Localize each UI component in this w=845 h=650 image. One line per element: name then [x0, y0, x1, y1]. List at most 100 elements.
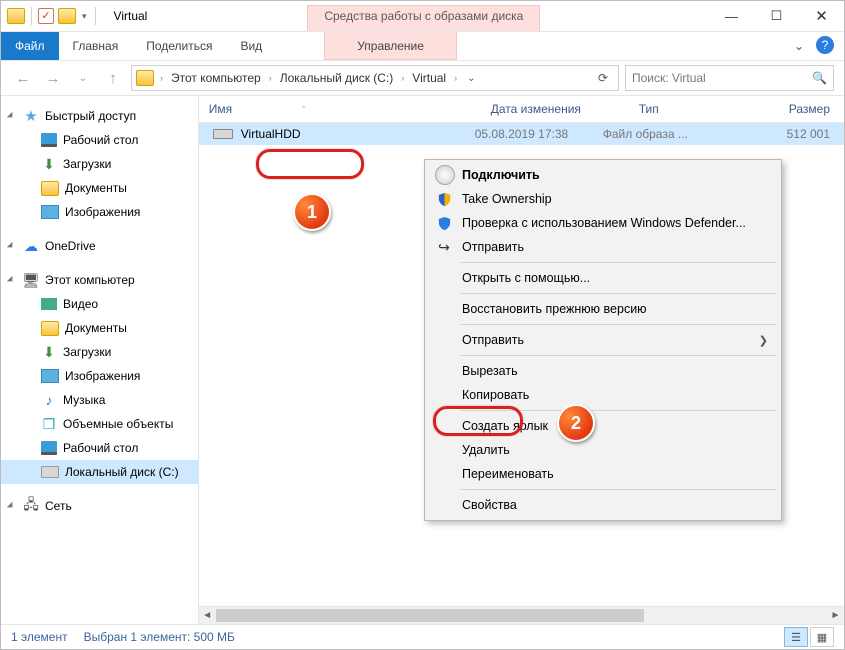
defender-icon	[435, 214, 453, 232]
menu-defender-scan[interactable]: Проверка с использованием Windows Defend…	[428, 211, 778, 235]
breadcrumb-sep-icon[interactable]: ›	[267, 73, 274, 83]
tree-downloads-pc[interactable]: ⬇Загрузки	[1, 340, 198, 364]
tree-this-pc[interactable]: 🖥Этот компьютер	[1, 268, 198, 292]
breadcrumb-sep-icon[interactable]: ›	[399, 73, 406, 83]
menu-mount[interactable]: Подключить	[428, 163, 778, 187]
address-bar[interactable]: › Этот компьютер › Локальный диск (C:) ›…	[131, 65, 619, 91]
tree-downloads[interactable]: ⬇Загрузки	[1, 152, 198, 176]
menu-create-shortcut[interactable]: Создать ярлык	[428, 414, 778, 438]
file-name-cell: VirtualHDD	[199, 127, 475, 141]
tab-share[interactable]: Поделиться	[132, 32, 226, 60]
annotation-badge-2: 2	[557, 404, 595, 442]
folder-icon	[7, 8, 25, 24]
tree-3d-objects[interactable]: ❒Объемные объекты	[1, 412, 198, 436]
tab-manage[interactable]: Управление	[324, 32, 457, 60]
scroll-track[interactable]	[216, 607, 827, 624]
tree-quick-access[interactable]: ★Быстрый доступ	[1, 104, 198, 128]
share-icon: ↪	[435, 238, 453, 256]
disk-image-icon	[213, 129, 233, 139]
video-icon	[41, 298, 57, 310]
col-name[interactable]: Имяˆ	[199, 102, 481, 116]
quick-access-toolbar: ✓ ▾	[1, 1, 104, 31]
col-date[interactable]: Дата изменения	[481, 102, 629, 116]
icons-view-button[interactable]: ▦	[810, 627, 834, 647]
menu-separator	[460, 489, 776, 490]
annotation-badge-1: 1	[293, 193, 331, 231]
help-icon[interactable]: ?	[816, 36, 834, 54]
tree-music[interactable]: ♪Музыка	[1, 388, 198, 412]
address-dropdown-icon[interactable]: ⌄	[461, 73, 481, 84]
minimize-button[interactable]: —	[709, 1, 754, 31]
search-input[interactable]: Поиск: Virtual 🔍	[625, 65, 834, 91]
download-icon: ⬇	[41, 156, 57, 172]
tree-desktop-pc[interactable]: Рабочий стол	[1, 436, 198, 460]
scroll-left-icon[interactable]: ◄	[199, 610, 216, 621]
search-icon[interactable]: 🔍	[812, 71, 827, 85]
tree-documents[interactable]: Документы	[1, 176, 198, 200]
tab-view[interactable]: Вид	[226, 32, 276, 60]
tree-local-disk-c[interactable]: Локальный диск (C:)	[1, 460, 198, 484]
pc-icon: 🖥	[23, 272, 39, 288]
scroll-thumb[interactable]	[216, 609, 644, 622]
folder-icon[interactable]	[58, 8, 76, 24]
music-icon: ♪	[41, 392, 57, 408]
tab-home[interactable]: Главная	[59, 32, 133, 60]
menu-properties[interactable]: Свойства	[428, 493, 778, 517]
menu-open-with[interactable]: Открыть с помощью...	[428, 266, 778, 290]
menu-send-to[interactable]: Отправить❯	[428, 328, 778, 352]
desktop-icon	[41, 133, 57, 147]
menu-copy[interactable]: Копировать	[428, 383, 778, 407]
menu-delete[interactable]: Удалить	[428, 438, 778, 462]
col-type[interactable]: Тип	[629, 102, 779, 116]
tree-documents-pc[interactable]: Документы	[1, 316, 198, 340]
qat-dropdown-icon[interactable]: ▾	[80, 11, 89, 22]
col-size[interactable]: Размер	[779, 102, 844, 116]
ribbon-expand-icon[interactable]: ⌄	[786, 32, 812, 60]
refresh-icon[interactable]: ⟳	[592, 71, 614, 85]
close-button[interactable]: ✕	[799, 1, 844, 31]
breadcrumb-sep-icon[interactable]: ›	[452, 73, 459, 83]
menu-restore-version[interactable]: Восстановить прежнюю версию	[428, 297, 778, 321]
tree-desktop[interactable]: Рабочий стол	[1, 128, 198, 152]
documents-icon	[41, 181, 59, 196]
menu-cut[interactable]: Вырезать	[428, 359, 778, 383]
pictures-icon	[41, 369, 59, 383]
menu-rename[interactable]: Переименовать	[428, 462, 778, 486]
status-bar: 1 элемент Выбран 1 элемент: 500 МБ ☰ ▦	[1, 624, 844, 649]
nav-forward-button[interactable]: →	[41, 66, 65, 90]
nav-up-button[interactable]: ↑	[101, 66, 125, 90]
shield-icon	[435, 190, 453, 208]
tree-network[interactable]: 🖧Сеть	[1, 494, 198, 518]
maximize-button[interactable]: ☐	[754, 1, 799, 31]
menu-share[interactable]: ↪Отправить	[428, 235, 778, 259]
separator	[95, 7, 96, 25]
folder-icon	[136, 70, 154, 86]
horizontal-scrollbar[interactable]: ◄ ►	[199, 606, 844, 624]
nav-recent-button[interactable]: ⌄	[71, 66, 95, 90]
nav-back-button[interactable]: ←	[11, 66, 35, 90]
file-type: Файл образа ...	[603, 127, 733, 141]
cube-icon: ❒	[41, 416, 57, 432]
status-selection: Выбран 1 элемент: 500 МБ	[84, 630, 235, 644]
scroll-right-icon[interactable]: ►	[827, 610, 844, 621]
file-row[interactable]: VirtualHDD 05.08.2019 17:38 Файл образа …	[199, 123, 844, 145]
download-icon: ⬇	[41, 344, 57, 360]
properties-qat-icon[interactable]: ✓	[38, 8, 54, 24]
status-item-count: 1 элемент	[11, 630, 68, 644]
desktop-icon	[41, 441, 57, 455]
mount-icon	[435, 165, 455, 185]
network-icon: 🖧	[23, 498, 39, 514]
menu-take-ownership[interactable]: Take Ownership	[428, 187, 778, 211]
details-view-button[interactable]: ☰	[784, 627, 808, 647]
tree-onedrive[interactable]: ☁OneDrive	[1, 234, 198, 258]
tab-file[interactable]: Файл	[1, 32, 59, 60]
tree-pictures[interactable]: Изображения	[1, 200, 198, 224]
breadcrumb-sep-icon[interactable]: ›	[158, 73, 165, 83]
tree-videos[interactable]: Видео	[1, 292, 198, 316]
breadcrumb-disk[interactable]: Локальный диск (C:)	[276, 71, 398, 85]
tree-pictures-pc[interactable]: Изображения	[1, 364, 198, 388]
column-headers: Имяˆ Дата изменения Тип Размер	[199, 96, 844, 123]
view-mode-buttons: ☰ ▦	[784, 627, 834, 647]
breadcrumb-folder[interactable]: Virtual	[408, 71, 450, 85]
breadcrumb-pc[interactable]: Этот компьютер	[167, 71, 265, 85]
